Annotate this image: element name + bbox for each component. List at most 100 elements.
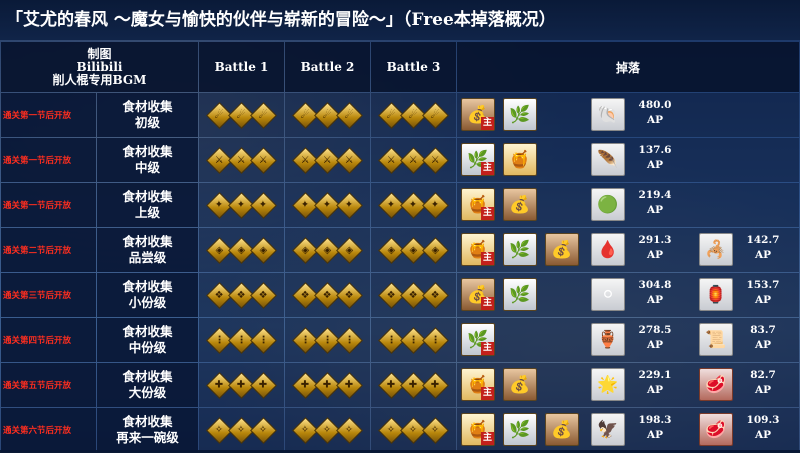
chalice-icon: 🏺 (591, 323, 625, 356)
enemy-class-icon: ⚔ (336, 146, 363, 174)
battle3-enemies: ✚ ✚ ✚ (371, 363, 456, 407)
quest-name-line: 中级 (134, 160, 160, 175)
jar-icon: 🍯 (503, 143, 537, 176)
quest-name: 食材收集 中份级 (97, 318, 198, 362)
enemy-class-icon: ◈ (250, 236, 277, 264)
battle2-enemies: ✚ ✚ ✚ (285, 363, 370, 407)
meat-icon: 🥩 (699, 368, 733, 401)
shell-icon: 🐚 (591, 98, 625, 131)
credit-cell: 制图 Bilibili 削人棍专用BGM (1, 42, 198, 92)
meat-icon: 🥩 (699, 413, 733, 446)
battle2-enemies: ⋮ ⋮ ⋮ (285, 318, 370, 362)
herb-icon: 🌿 (503, 278, 537, 311)
ap-per-drop: 278.5 AP (638, 324, 672, 351)
main-drop-badge: 主 (481, 297, 494, 310)
quest-name-line: 食材收集 (122, 144, 173, 159)
battle1-enemies: ✚ ✚ ✚ (199, 363, 284, 407)
credit-line: 制图 (87, 46, 112, 61)
drops-cell: 💰 主 🌿 🐚 480.0 AP (457, 93, 799, 137)
unlock-condition: 通关第五节后开放 (1, 363, 96, 407)
ap-per-drop: 229.1 AP (638, 369, 672, 396)
enemy-class-icon: ⋮ (250, 326, 277, 354)
enemy-class-icon: ⚔ (422, 146, 449, 174)
table-row: 通关第六节后开放 食材收集 再来一碗级 ✧ ✧ ✧ ✧ ✧ ✧ ✧ ✧ ✧ 🍯 主 🌿 💰 🦅 198.3 AP 🥩 1… (1, 408, 799, 452)
gem-icon: 🟢 (591, 188, 625, 221)
drops-header: 掉落 (457, 42, 799, 92)
battle3-enemies: ✦ ✦ ✦ (371, 183, 456, 227)
ap-per-drop: 109.3 AP (746, 414, 780, 441)
drops-cell: 🌿 主 🏺 278.5 AP 📜 83.7 AP (457, 318, 799, 362)
battle3-enemies: ❖ ❖ ❖ (371, 273, 456, 317)
credit-line: 削人棍专用BGM (52, 72, 147, 87)
enemy-class-icon: ❖ (422, 281, 449, 309)
pearl-icon: ⚪ (591, 278, 625, 311)
battle3-enemies: ⚔ ⚔ ⚔ (371, 138, 456, 182)
battle3-enemies: ⋮ ⋮ ⋮ (371, 318, 456, 362)
enemy-class-icon: ✦ (422, 191, 449, 219)
credit-line: Bilibili (76, 59, 123, 74)
herb-icon: 🌿 主 (461, 323, 495, 356)
enemy-class-icon: ☄ (336, 101, 363, 129)
quest-name: 食材收集 品尝级 (97, 228, 198, 272)
quest-name-line: 中份级 (128, 340, 167, 355)
main-drop-badge: 主 (481, 342, 494, 355)
table-row: 通关第五节后开放 食材收集 大份级 ✚ ✚ ✚ ✚ ✚ ✚ ✚ ✚ ✚ 🍯 主 💰 🌟 229.1 AP 🥩 82.7… (1, 363, 799, 407)
ap-per-drop: 219.4 AP (638, 189, 672, 216)
quest-name: 食材收集 小份级 (97, 273, 198, 317)
enemy-class-icon: ✚ (336, 371, 363, 399)
battle2-enemies: ❖ ❖ ❖ (285, 273, 370, 317)
quest-name-line: 食材收集 (122, 279, 173, 294)
battle2-enemies: ☄ ☄ ☄ (285, 93, 370, 137)
sack-icon: 💰 主 (461, 98, 495, 131)
enemy-class-icon: ◈ (336, 236, 363, 264)
quest-name: 食材收集 再来一碗级 (97, 408, 198, 452)
enemy-class-icon: ❖ (336, 281, 363, 309)
battle2-enemies: ◈ ◈ ◈ (285, 228, 370, 272)
unlock-condition: 通关第一节后开放 (1, 183, 96, 227)
sack-icon: 💰 (503, 188, 537, 221)
sack-icon: 💰 主 (461, 278, 495, 311)
drop-table: 制图 Bilibili 削人棍专用BGM Battle 1 Battle 2 B… (0, 41, 800, 453)
quest-name-line: 食材收集 (122, 99, 173, 114)
ap-per-drop: 142.7 AP (746, 234, 780, 261)
herb-icon: 🌿 (503, 413, 537, 446)
scroll-icon: 📜 (699, 323, 733, 356)
unlock-condition: 通关第一节后开放 (1, 138, 96, 182)
unlock-condition: 通关第二节后开放 (1, 228, 96, 272)
main-drop-badge: 主 (481, 432, 494, 445)
enemy-class-icon: ✚ (250, 371, 277, 399)
quest-name-line: 食材收集 (122, 324, 173, 339)
table-header: 制图 Bilibili 削人棍专用BGM Battle 1 Battle 2 B… (1, 42, 799, 92)
quest-name: 食材收集 上级 (97, 183, 198, 227)
battle1-enemies: ✧ ✧ ✧ (199, 408, 284, 452)
ap-per-drop: 137.6 AP (638, 144, 672, 171)
table-row: 通关第一节后开放 食材收集 中级 ⚔ ⚔ ⚔ ⚔ ⚔ ⚔ ⚔ ⚔ ⚔ 🌿 主 🍯 🪶 137.6 AP (1, 138, 799, 182)
battle1-enemies: ✦ ✦ ✦ (199, 183, 284, 227)
enemy-class-icon: ✧ (336, 416, 363, 444)
claw-icon: 🦂 (699, 233, 733, 266)
drops-cell: 🌿 主 🍯 🪶 137.6 AP (457, 138, 799, 182)
quest-name: 食材收集 大份级 (97, 363, 198, 407)
battle2-header: Battle 2 (285, 42, 370, 92)
quest-name-line: 初级 (134, 115, 160, 130)
ap-per-drop: 82.7 AP (750, 369, 776, 396)
enemy-class-icon: ✧ (422, 416, 449, 444)
jar-icon: 🍯 主 (461, 413, 495, 446)
battle2-enemies: ✦ ✦ ✦ (285, 183, 370, 227)
ap-per-drop: 480.0 AP (638, 99, 672, 126)
ap-per-drop: 83.7 AP (750, 324, 776, 351)
unlock-condition: 通关第三节后开放 (1, 273, 96, 317)
quest-name-line: 再来一碗级 (116, 430, 179, 445)
battle3-header: Battle 3 (371, 42, 456, 92)
quest-name-line: 食材收集 (122, 234, 173, 249)
ap-per-drop: 304.8 AP (638, 279, 672, 306)
jar-icon: 🍯 主 (461, 188, 495, 221)
battle3-enemies: ◈ ◈ ◈ (371, 228, 456, 272)
enemy-class-icon: ✦ (336, 191, 363, 219)
main-drop-badge: 主 (481, 162, 494, 175)
unlock-condition: 通关第四节后开放 (1, 318, 96, 362)
wing-icon: 🦅 (591, 413, 625, 446)
battle1-enemies: ◈ ◈ ◈ (199, 228, 284, 272)
quest-name-line: 小份级 (128, 295, 167, 310)
table-row: 通关第二节后开放 食材收集 品尝级 ◈ ◈ ◈ ◈ ◈ ◈ ◈ ◈ ◈ 🍯 主 🌿 💰 🩸 291.3 AP 🦂 142… (1, 228, 799, 272)
